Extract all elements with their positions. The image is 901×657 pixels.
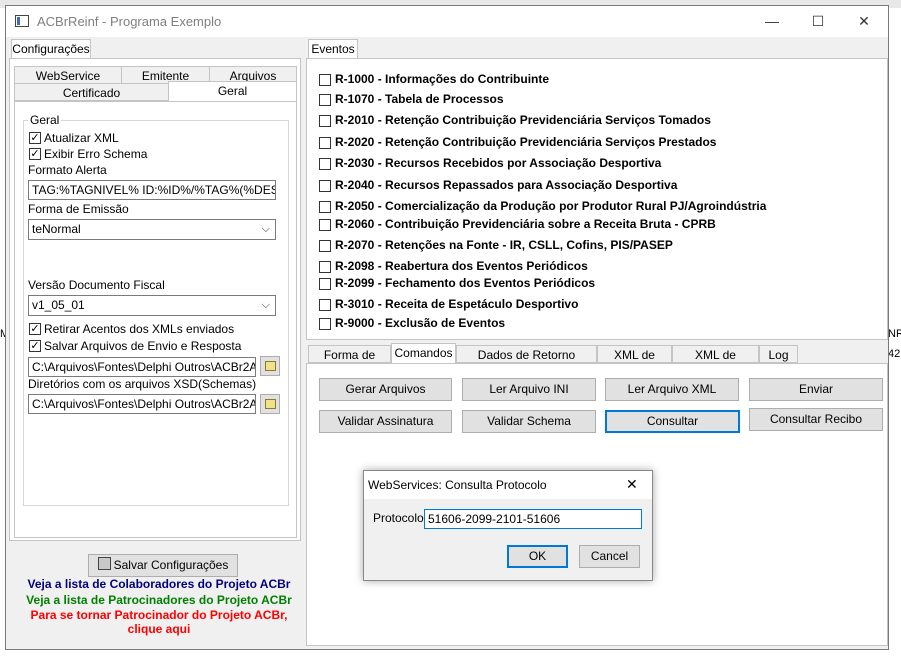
event-label: R-2060 - Contribuição Previdenciária sob… — [335, 217, 716, 231]
gerar-arquivos-button[interactable]: Gerar Arquivos — [319, 378, 452, 401]
folder-icon — [265, 361, 276, 371]
geral-content: Geral ✓ Atualizar XML ✓ Exibir Erro Sche… — [14, 101, 297, 538]
app-icon — [15, 15, 29, 27]
event-label: R-2030 - Recursos Recebidos por Associaç… — [335, 156, 662, 170]
minimize-button[interactable]: — — [749, 6, 795, 37]
versao-label: Versão Documento Fiscal — [28, 278, 165, 292]
event-label: R-2098 - Reabertura dos Eventos Periódic… — [335, 259, 588, 273]
event-label: R-9000 - Exclusão de Eventos — [335, 316, 506, 330]
validar-assinatura-button[interactable]: Validar Assinatura — [319, 410, 452, 433]
window-title: ACBrReinf - Programa Exemplo — [37, 14, 222, 29]
event-checkbox[interactable] — [319, 219, 331, 231]
title-bar: ACBrReinf - Programa Exemplo — ☐ ✕ — [6, 6, 888, 37]
forma-emissao-value: teNormal — [32, 222, 81, 236]
event-label: R-2040 - Recursos Repassados para Associ… — [335, 178, 678, 192]
protocolo-label: Protocolo — [373, 511, 424, 525]
forma-emissao-label: Forma de Emissão — [28, 202, 129, 216]
eventos-panel: R-1000 - Informações do Contribuinte R-1… — [306, 58, 888, 340]
tab-webservice[interactable]: WebService — [14, 66, 122, 84]
enviar-button[interactable]: Enviar — [749, 378, 883, 401]
link-colaboradores[interactable]: Veja a lista de Colaboradores do Projeto… — [9, 577, 309, 591]
save-config-button[interactable]: Salvar Configurações — [88, 554, 238, 577]
consultar-recibo-button[interactable]: Consultar Recibo — [749, 408, 883, 431]
versao-select[interactable]: v1_05_01 ⌵ — [28, 295, 276, 316]
forma-emissao-select[interactable]: teNormal ⌵ — [28, 219, 276, 240]
link-patrocinador-1[interactable]: Para se tornar Patrocinador do Projeto A… — [9, 608, 309, 622]
xsd-label: Diretórios com os arquivos XSD(Schemas) — [28, 377, 257, 391]
background-label-right-2: 42 — [888, 348, 901, 360]
browse-envio-button[interactable] — [260, 356, 280, 376]
event-label: R-2020 - Retenção Contribuição Previdenc… — [335, 135, 717, 149]
config-panel: WebService Emitente Arquivos Certificado… — [9, 58, 301, 541]
event-checkbox[interactable] — [319, 261, 331, 273]
event-checkbox[interactable] — [319, 180, 331, 192]
event-label: R-3010 - Receita de Espetáculo Desportiv… — [335, 297, 579, 311]
formato-alerta-input[interactable]: TAG:%TAGNIVEL% ID:%ID%/%TAG%(%DESCRI — [28, 180, 276, 200]
consulta-protocolo-dialog: WebServices: Consulta Protocolo ✕ Protoc… — [363, 470, 653, 581]
event-label: R-2099 - Fechamento dos Eventos Periódic… — [335, 276, 596, 290]
tab-xml-envio[interactable]: XML de Envio — [597, 345, 672, 380]
close-button[interactable]: ✕ — [841, 6, 887, 37]
tab-xml-retorno[interactable]: XML de Retorno — [672, 345, 759, 380]
salvar-arquivos-label: Salvar Arquivos de Envio e Resposta — [44, 339, 242, 353]
salvar-arquivos-checkbox[interactable]: ✓ — [29, 340, 41, 352]
event-checkbox[interactable] — [319, 318, 331, 330]
retirar-acentos-checkbox[interactable]: ✓ — [29, 323, 41, 335]
link-patrocinador-2[interactable]: clique aqui — [9, 622, 309, 636]
event-label: R-1070 - Tabela de Processos — [335, 92, 504, 106]
event-label: R-2010 - Retenção Contribuição Previdenc… — [335, 113, 711, 127]
event-label: R-2070 - Retenções na Fonte - IR, CSLL, … — [335, 238, 673, 252]
folder-icon — [265, 399, 276, 409]
event-label: R-1000 - Informações do Contribuinte — [335, 72, 550, 86]
dialog-close-button[interactable]: ✕ — [626, 476, 638, 493]
event-checkbox[interactable] — [319, 94, 331, 106]
atualizar-xml-checkbox[interactable]: ✓ — [29, 132, 41, 144]
link-patrocinadores[interactable]: Veja a lista de Patrocinadores do Projet… — [9, 593, 309, 607]
event-checkbox[interactable] — [319, 201, 331, 213]
browse-xsd-button[interactable] — [260, 394, 280, 414]
chevron-down-icon: ⌵ — [261, 223, 270, 235]
exibir-erro-checkbox[interactable]: ✓ — [29, 148, 41, 160]
event-checkbox[interactable] — [319, 137, 331, 149]
tab-eventos[interactable]: Eventos — [308, 39, 358, 59]
dialog-title: WebServices: Consulta Protocolo — [368, 478, 547, 492]
tab-certificado[interactable]: Certificado — [14, 83, 169, 101]
chevron-down-icon: ⌵ — [261, 299, 270, 311]
tab-forma-envio[interactable]: Forma de Envio — [308, 345, 391, 380]
cancel-button[interactable]: Cancel — [579, 545, 640, 568]
dialog-title-bar: WebServices: Consulta Protocolo ✕ — [364, 471, 652, 499]
event-label: R-2050 - Comercialização da Produção por… — [335, 199, 767, 213]
path-envio-input[interactable]: C:\Arquivos\Fontes\Delphi Outros\ACBr2At… — [28, 357, 256, 377]
tab-comandos[interactable]: Comandos — [391, 343, 456, 363]
path-xsd-input[interactable]: C:\Arquivos\Fontes\Delphi Outros\ACBr2At… — [28, 394, 256, 414]
protocolo-input[interactable]: 51606-2099-2101-51606 — [424, 509, 642, 529]
versao-value: v1_05_01 — [32, 298, 85, 312]
tab-log[interactable]: Log — [759, 345, 798, 363]
ok-button[interactable]: OK — [507, 545, 568, 568]
tab-dados-retorno[interactable]: Dados de Retorno Eventos — [456, 345, 597, 380]
event-checkbox[interactable] — [319, 240, 331, 252]
validar-schema-button[interactable]: Validar Schema — [462, 410, 596, 433]
event-checkbox[interactable] — [319, 158, 331, 170]
formato-alerta-label: Formato Alerta — [28, 163, 107, 177]
event-checkbox[interactable] — [319, 278, 331, 290]
save-icon — [97, 557, 111, 570]
tab-geral[interactable]: Geral — [168, 81, 297, 101]
ler-xml-button[interactable]: Ler Arquivo XML — [605, 378, 739, 401]
save-config-label: Salvar Configurações — [113, 558, 229, 572]
consultar-button[interactable]: Consultar — [605, 410, 740, 433]
retirar-acentos-label: Retirar Acentos dos XMLs enviados — [44, 322, 235, 336]
background-label-right-1: NR — [888, 328, 901, 340]
ler-ini-button[interactable]: Ler Arquivo INI — [462, 378, 596, 401]
maximize-button[interactable]: ☐ — [795, 6, 841, 37]
geral-group-label: Geral — [28, 113, 62, 127]
event-checkbox[interactable] — [319, 115, 331, 127]
event-checkbox[interactable] — [319, 74, 331, 86]
atualizar-xml-label: Atualizar XML — [44, 131, 119, 145]
tab-configuracoes[interactable]: Configurações — [11, 39, 91, 59]
exibir-erro-label: Exibir Erro Schema — [44, 147, 148, 161]
event-checkbox[interactable] — [319, 299, 331, 311]
